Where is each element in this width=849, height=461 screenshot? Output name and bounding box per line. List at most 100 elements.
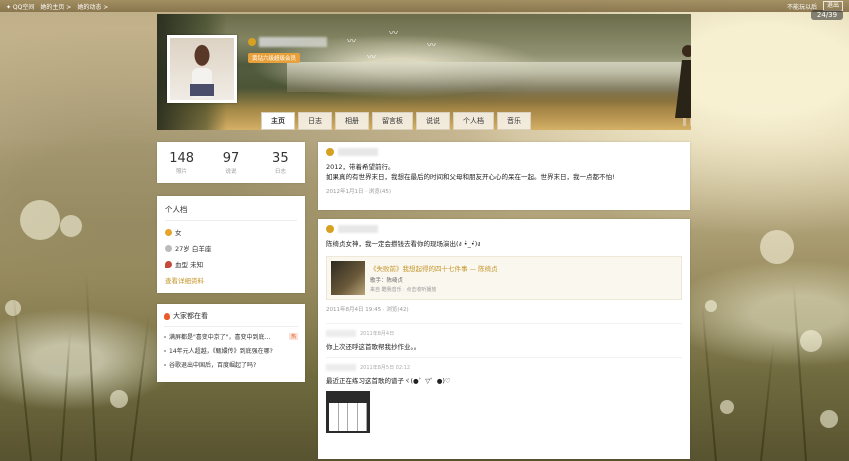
- stat-moments[interactable]: 97 说说: [206, 151, 255, 175]
- comment-item: 2011年8月5日 02:12 最近正在练习这首歌的谱子ヾ(●゜▽゜●)♡: [326, 357, 682, 433]
- profile-age-text: 27岁 白羊座: [175, 245, 212, 253]
- stat-label: 照片: [176, 168, 188, 175]
- post-line: 2012，带着希望前行。: [326, 163, 395, 171]
- fire-icon: [164, 312, 170, 320]
- profile-blood-text: 血型 未知: [175, 261, 204, 269]
- stat-number: 97: [222, 150, 240, 166]
- blood-drop-icon: [165, 260, 172, 268]
- bokeh-light: [110, 390, 128, 408]
- bird-icon: 〰: [367, 53, 377, 63]
- bullet-icon: [164, 363, 166, 366]
- profile-card-title: 个人档: [165, 204, 297, 221]
- grass-blade: [85, 271, 97, 461]
- bokeh-light: [800, 330, 822, 352]
- tab-album[interactable]: 相册: [335, 112, 369, 130]
- bird-icon: 〰: [389, 29, 399, 39]
- gender-icon: [165, 228, 172, 236]
- view-full-profile-link[interactable]: 查看详细资料: [165, 275, 297, 285]
- grass-blade: [60, 331, 72, 461]
- trending-title-text: 大家都在看: [173, 312, 208, 320]
- bird-icon: 〰: [427, 41, 437, 51]
- profile-gender: 女: [165, 227, 297, 237]
- bird-icon: 〰: [347, 37, 357, 47]
- qzone-home-link[interactable]: ✦ QQ空间: [6, 2, 34, 11]
- bokeh-light: [820, 410, 838, 428]
- tab-home[interactable]: 主页: [261, 112, 295, 130]
- tab-profile[interactable]: 个人档: [453, 112, 494, 130]
- trending-title: 大家都在看: [164, 311, 298, 327]
- music-info: 《失败前》我想起得的四十七件事 — 陈绮贞 歌手：陈绮贞 来自 酷我音乐 · 点…: [370, 263, 498, 293]
- author-name-blurred: [338, 148, 378, 156]
- bokeh-light: [720, 400, 734, 414]
- commenter-name-blurred: [326, 330, 356, 337]
- avatar-photo: [170, 38, 234, 100]
- trending-item-text: 满屏都是"喜变中京了"，喜变中到底…: [169, 334, 271, 341]
- bokeh-light: [705, 300, 717, 312]
- profile-age: 27岁 白羊座: [165, 243, 297, 253]
- piano-keys: [329, 403, 367, 431]
- bullet-icon: [164, 335, 166, 338]
- trending-item[interactable]: 谷歌退出中国后，百度崛起了吗?: [164, 360, 298, 369]
- post-meta: 2012年1月1日 · 浏览(45): [326, 189, 392, 195]
- music-title[interactable]: 《失败前》我想起得的四十七件事 — 陈绮贞: [370, 263, 498, 273]
- piano-photo[interactable]: [326, 391, 370, 433]
- post-author[interactable]: [326, 148, 682, 156]
- grass-blade: [760, 341, 775, 461]
- music-artist: 歌手：陈绮贞: [370, 278, 404, 284]
- yellow-diamond-icon: [326, 148, 334, 156]
- yellow-diamond-icon: [248, 38, 256, 46]
- banner-girl-figure: [675, 45, 691, 126]
- grass-blade: [130, 311, 151, 461]
- comment-time: 2011年8月4日: [360, 331, 395, 337]
- bokeh-light: [60, 215, 82, 237]
- stat-number: 148: [169, 150, 195, 166]
- profile-gender-text: 女: [175, 229, 182, 237]
- post-meta: 2011年8月4日 19:45 · 浏览(42): [326, 307, 409, 313]
- music-source: 来自 酷我音乐 · 点击收听播放: [370, 287, 437, 293]
- tab-moments[interactable]: 说说: [416, 112, 450, 130]
- grass-blade: [12, 291, 32, 461]
- nickname-blurred: [259, 37, 327, 47]
- nickname-area: [248, 37, 327, 47]
- trending-item[interactable]: 满屏都是"喜变中京了"，喜变中到底… 热: [164, 332, 298, 341]
- hot-badge: 热: [288, 333, 298, 340]
- trending-card: 大家都在看 满屏都是"喜变中京了"，喜变中到底… 热 14年元人超越，《甄嬛传》…: [157, 304, 305, 382]
- trending-item[interactable]: 14年元人超越，《甄嬛传》到底强在哪?: [164, 346, 298, 355]
- author-name-blurred: [338, 225, 378, 233]
- shared-music-card[interactable]: 《失败前》我想起得的四十七件事 — 陈绮贞 歌手：陈绮贞 来自 酷我音乐 · 点…: [326, 256, 682, 300]
- comment-item: 2011年8月4日 你上次还呼这首歌帮我抄作业。。: [326, 323, 682, 351]
- stat-photos[interactable]: 148 照片: [157, 151, 206, 175]
- post-body: 陈绮贞女神，我一定会攒钱去看你的现场演出(ง •̀_•́)ง: [326, 240, 481, 248]
- tab-blog[interactable]: 日志: [298, 112, 332, 130]
- stats-card: 148 照片 97 说说 35 日志: [157, 142, 305, 183]
- tab-message-board[interactable]: 留言板: [372, 112, 413, 130]
- stat-blogs[interactable]: 35 日志: [256, 151, 305, 175]
- stat-label: 日志: [274, 168, 286, 175]
- bokeh-light: [760, 230, 794, 264]
- grass-blade: [701, 301, 717, 461]
- feed-post: 2012，带着希望前行。 如果真的有世界末日，我想在最后的时间和父母和朋友开心心…: [318, 142, 690, 210]
- album-cover: [331, 261, 365, 295]
- profile-avatar[interactable]: [167, 35, 237, 103]
- vip-level-tag[interactable]: 黄钻六级超级会员: [248, 53, 301, 63]
- age-icon: [165, 244, 172, 252]
- grass-blade: [792, 281, 807, 461]
- profile-card: 个人档 女 27岁 白羊座 血型 未知 查看详细资料: [157, 196, 305, 293]
- comment-time: 2011年8月5日 02:12: [360, 365, 411, 371]
- tab-music[interactable]: 音乐: [497, 112, 531, 130]
- her-homepage-link[interactable]: 她的主页 >: [40, 2, 71, 11]
- trending-item-text: 14年元人超越，《甄嬛传》到底强在哪?: [169, 348, 273, 355]
- bokeh-light: [20, 200, 60, 240]
- stat-label: 说说: [225, 168, 237, 175]
- commenter-name-blurred: [326, 364, 356, 371]
- trending-item-text: 谷歌退出中国后，百度崛起了吗?: [169, 362, 257, 369]
- profile-blood: 血型 未知: [165, 259, 297, 269]
- her-feed-link[interactable]: 她的动态 >: [77, 2, 108, 11]
- comment-author[interactable]: 2011年8月5日 02:12: [326, 364, 682, 371]
- main-tabs: 主页 日志 相册 留言板 说说 个人档 音乐: [261, 112, 531, 130]
- top-nav-bar: ✦ QQ空间 她的主页 > 她的动态 > 不能玩以后 退出: [0, 0, 849, 12]
- post-author[interactable]: [326, 225, 682, 233]
- top-nav-links: ✦ QQ空间 她的主页 > 她的动态 >: [6, 2, 108, 11]
- comment-author[interactable]: 2011年8月4日: [326, 330, 682, 337]
- avatar-skirt: [190, 84, 214, 96]
